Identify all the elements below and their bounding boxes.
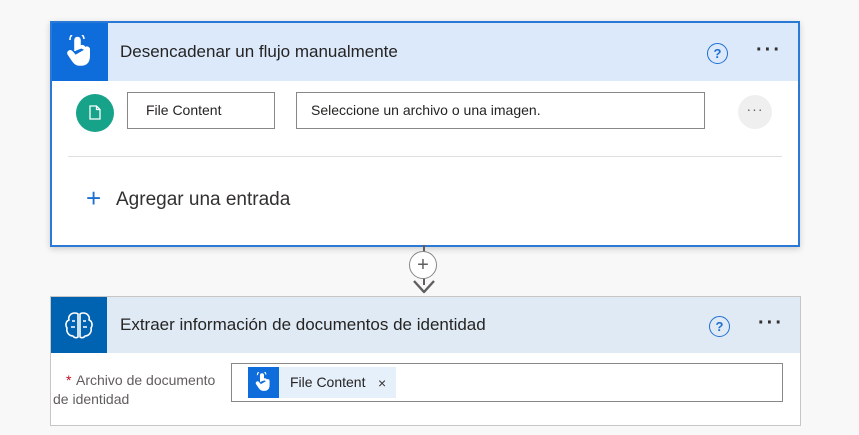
trigger-title: Desencadenar un flujo manualmente <box>120 42 398 61</box>
field-label: Archivo de documento <box>76 372 216 388</box>
identity-document-input[interactable]: File Content × <box>231 363 783 402</box>
close-icon[interactable]: × <box>378 367 386 399</box>
more-options-icon[interactable]: ··· <box>756 39 782 62</box>
help-icon[interactable]: ? <box>709 316 730 337</box>
action-card[interactable]: Extraer información de documentos de ide… <box>50 296 801 426</box>
action-title: Extraer información de documentos de ide… <box>120 315 486 334</box>
field-label-continued: de identidad <box>53 391 130 407</box>
add-icon[interactable]: + <box>86 184 101 212</box>
more-options-icon[interactable]: ··· <box>758 312 784 335</box>
input-more-options-icon[interactable]: ··· <box>738 95 772 129</box>
trigger-card[interactable]: Desencadenar un flujo manualmente ? ··· … <box>50 21 800 247</box>
insert-step-button[interactable]: + <box>409 251 437 279</box>
help-icon[interactable]: ? <box>707 43 728 64</box>
manual-trigger-icon <box>248 367 279 398</box>
ai-builder-icon <box>51 297 107 353</box>
token-label: File Content <box>290 374 366 390</box>
input-name-field[interactable]: File Content <box>127 92 275 129</box>
add-input-button[interactable]: Agregar una entrada <box>116 189 290 211</box>
action-card-header[interactable]: Extraer información de documentos de ide… <box>51 297 800 353</box>
input-placeholder-field[interactable]: Seleccione un archivo o una imagen. <box>296 92 705 129</box>
arrow-down-icon <box>413 280 435 294</box>
trigger-card-header[interactable]: Desencadenar un flujo manualmente ? ··· <box>52 23 798 81</box>
divider <box>68 156 782 157</box>
file-icon <box>76 94 114 132</box>
manual-trigger-icon <box>52 23 108 81</box>
required-marker: * <box>66 372 72 388</box>
dynamic-content-token[interactable]: File Content × <box>248 367 396 398</box>
